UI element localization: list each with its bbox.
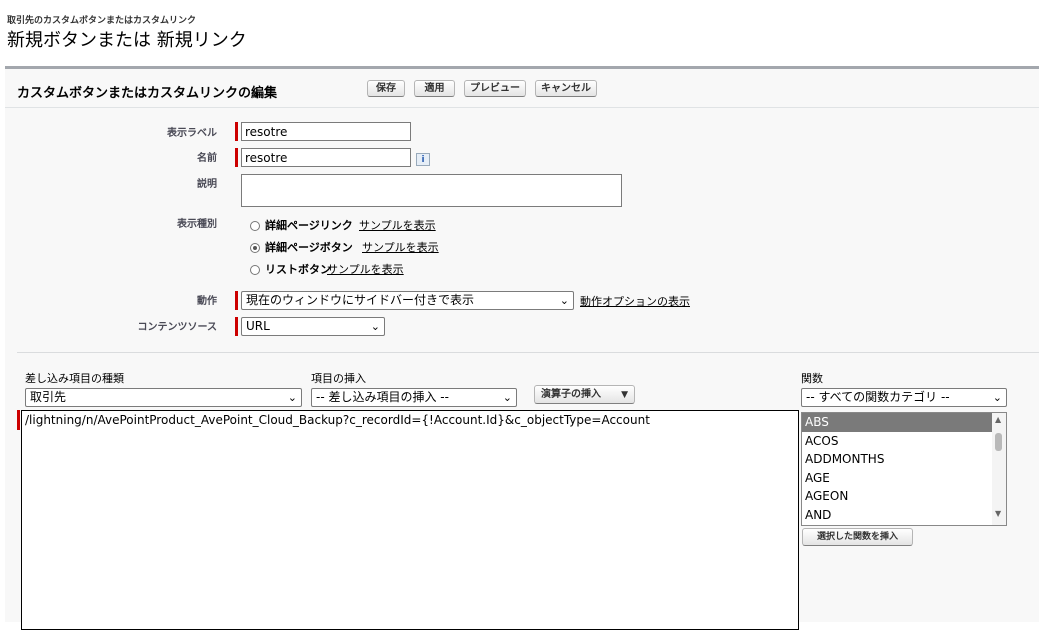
behavior-label: 動作 — [197, 296, 217, 307]
function-item[interactable]: AND — [802, 506, 1006, 525]
function-list-scrollbar[interactable]: ▲ ▼ — [992, 413, 1006, 525]
behavior-select-value: 現在のウィンドウにサイドバー付きで表示 — [246, 293, 475, 307]
info-icon[interactable]: i — [416, 153, 430, 166]
required-indicator — [235, 291, 238, 310]
function-item[interactable]: ACOS — [802, 432, 1006, 451]
chevron-down-icon: ⌄ — [287, 391, 297, 404]
radio-detail-button-label: 詳細ページボタン — [265, 241, 353, 254]
content-source-label: コンテンツソース — [137, 322, 218, 333]
insert-function-button[interactable]: 選択した関数を挿入 — [802, 528, 913, 546]
name-label: 名前 — [197, 153, 217, 164]
function-list[interactable]: ABS ACOS ADDMONTHS AGE AGEON AND ▲ ▼ — [801, 412, 1007, 526]
description-textarea[interactable] — [241, 174, 622, 207]
scroll-down-icon[interactable]: ▼ — [995, 509, 1001, 518]
required-indicator — [235, 122, 238, 141]
chevron-down-icon: ⌄ — [559, 294, 569, 307]
name-input[interactable]: resotre — [241, 148, 411, 167]
panel-header: カスタムボタンまたはカスタムリンクの編集 保存 適用 プレビュー キャンセル — [5, 69, 1039, 108]
scroll-up-icon[interactable]: ▲ — [995, 415, 1001, 424]
behavior-select[interactable]: 現在のウィンドウにサイドバー付きで表示 ⌄ — [241, 291, 574, 310]
radio-detail-button[interactable] — [250, 243, 260, 253]
content-source-value: URL — [246, 319, 270, 333]
merge-type-value: 取引先 — [30, 390, 67, 404]
formula-editor[interactable]: /lightning/n/AvePointProduct_AvePoint_Cl… — [21, 410, 799, 630]
preview-button[interactable]: プレビュー — [464, 80, 526, 97]
save-button[interactable]: 保存 — [367, 80, 405, 97]
description-label: 説明 — [197, 179, 217, 190]
chevron-down-icon: ⌄ — [370, 320, 380, 333]
radio-detail-link[interactable] — [250, 221, 260, 231]
function-category-select[interactable]: -- すべての関数カテゴリ -- ⌄ — [801, 388, 1007, 407]
formula-text: /lightning/n/AvePointProduct_AvePoint_Cl… — [25, 413, 650, 427]
required-indicator — [235, 317, 238, 336]
sample-link-1[interactable]: サンプルを表示 — [359, 217, 436, 233]
caret-down-icon: ▼ — [621, 390, 628, 400]
display-label-input[interactable]: resotre — [241, 122, 411, 141]
insert-field-select[interactable]: -- 差し込み項目の挿入 -- ⌄ — [311, 388, 517, 407]
content-source-select[interactable]: URL ⌄ — [241, 317, 385, 336]
radio-list-button[interactable] — [250, 265, 260, 275]
sample-link-2[interactable]: サンプルを表示 — [362, 239, 439, 255]
section-divider — [17, 352, 1039, 353]
apply-button[interactable]: 適用 — [414, 80, 455, 97]
radio-list-button-label: リストボタン — [265, 263, 331, 276]
display-label-label: 表示ラベル — [167, 128, 217, 139]
insert-field-label: 項目の挿入 — [311, 372, 366, 385]
page-title: 新規ボタンまたは 新規リンク — [7, 30, 247, 51]
required-indicator — [235, 148, 238, 167]
scrollbar-thumb[interactable] — [995, 433, 1002, 451]
function-item[interactable]: ADDMONTHS — [802, 450, 1006, 469]
cancel-button[interactable]: キャンセル — [535, 80, 597, 97]
merge-type-label: 差し込み項目の種類 — [25, 372, 124, 385]
behavior-options-link[interactable]: 動作オプションの表示 — [580, 293, 690, 309]
breadcrumb: 取引先のカスタムボタンまたはカスタムリンク — [7, 16, 197, 26]
display-type-label: 表示種別 — [177, 219, 217, 230]
chevron-down-icon: ⌄ — [992, 391, 1002, 404]
insert-operator-button[interactable]: 演算子の挿入 ▼ — [534, 385, 635, 404]
function-category-value: -- すべての関数カテゴリ -- — [806, 390, 950, 404]
sample-link-3[interactable]: サンプルを表示 — [327, 261, 404, 277]
edit-panel: カスタムボタンまたはカスタムリンクの編集 保存 適用 プレビュー キャンセル 表… — [5, 66, 1039, 630]
chevron-down-icon: ⌄ — [502, 391, 512, 404]
function-item[interactable]: AGEON — [802, 487, 1006, 506]
radio-detail-link-label: 詳細ページリンク — [265, 219, 353, 232]
insert-field-value: -- 差し込み項目の挿入 -- — [316, 390, 449, 404]
function-item[interactable]: AGE — [802, 469, 1006, 488]
panel-title: カスタムボタンまたはカスタムリンクの編集 — [17, 86, 278, 101]
insert-operator-label: 演算子の挿入 — [541, 389, 601, 400]
required-indicator — [17, 410, 20, 430]
function-item[interactable]: ABS — [802, 413, 1006, 432]
merge-type-select[interactable]: 取引先 ⌄ — [25, 388, 302, 407]
functions-label: 関数 — [801, 372, 823, 385]
